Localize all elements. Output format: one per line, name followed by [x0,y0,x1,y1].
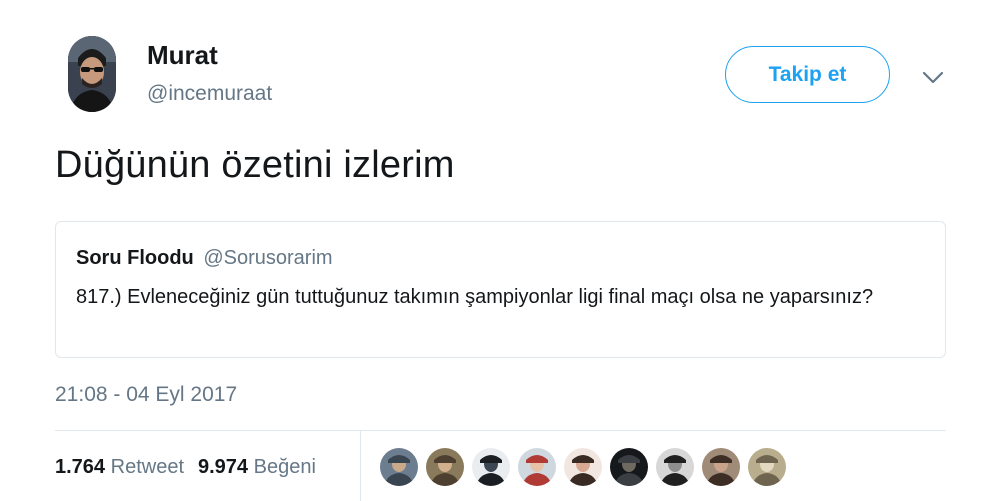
tweet-stats: 1.764 Retweet 9.974 Beğeni [55,456,316,479]
avatar[interactable] [68,36,116,112]
liker-avatar-6[interactable] [610,448,648,486]
quoted-tweet-text: 817.) Evleneceğiniz gün tuttuğunuz takım… [76,286,874,308]
stats-divider [360,431,361,501]
retweet-label: Retweet [110,456,184,478]
liker-avatar-9[interactable] [748,448,786,486]
retweet-count: 1.764 [55,456,106,478]
liker-avatar-8[interactable] [702,448,740,486]
liker-avatar-1[interactable] [380,448,418,486]
liker-avatar-5[interactable] [564,448,602,486]
quoted-display-name[interactable]: Soru Floodu [76,247,194,269]
liker-avatar-2[interactable] [426,448,464,486]
tweet-text: Düğünün özetini izlerim [55,144,455,186]
liker-avatar-3[interactable] [472,448,510,486]
quoted-screen-name[interactable]: @Sorusorarim [203,247,332,269]
quoted-tweet[interactable]: Soru Floodu @Sorusorarim 817.) Evleneceğ… [55,221,946,358]
like-stat[interactable]: 9.974 Beğeni [198,456,316,478]
display-name[interactable]: Murat [147,40,218,71]
liker-avatar-4[interactable] [518,448,556,486]
user-photo [68,36,116,112]
chevron-down-icon[interactable] [920,66,946,88]
retweet-stat[interactable]: 1.764 Retweet [55,456,184,478]
like-label: Beğeni [253,456,316,478]
like-count: 9.974 [198,456,249,478]
divider [55,430,946,431]
quoted-tweet-header: Soru Floodu @Sorusorarim [76,247,333,270]
tweet-timestamp[interactable]: 21:08 - 04 Eyl 2017 [55,383,237,407]
follow-button[interactable]: Takip et [725,46,890,103]
liker-avatar-7[interactable] [656,448,694,486]
screen-name[interactable]: @incemuraat [147,82,272,106]
